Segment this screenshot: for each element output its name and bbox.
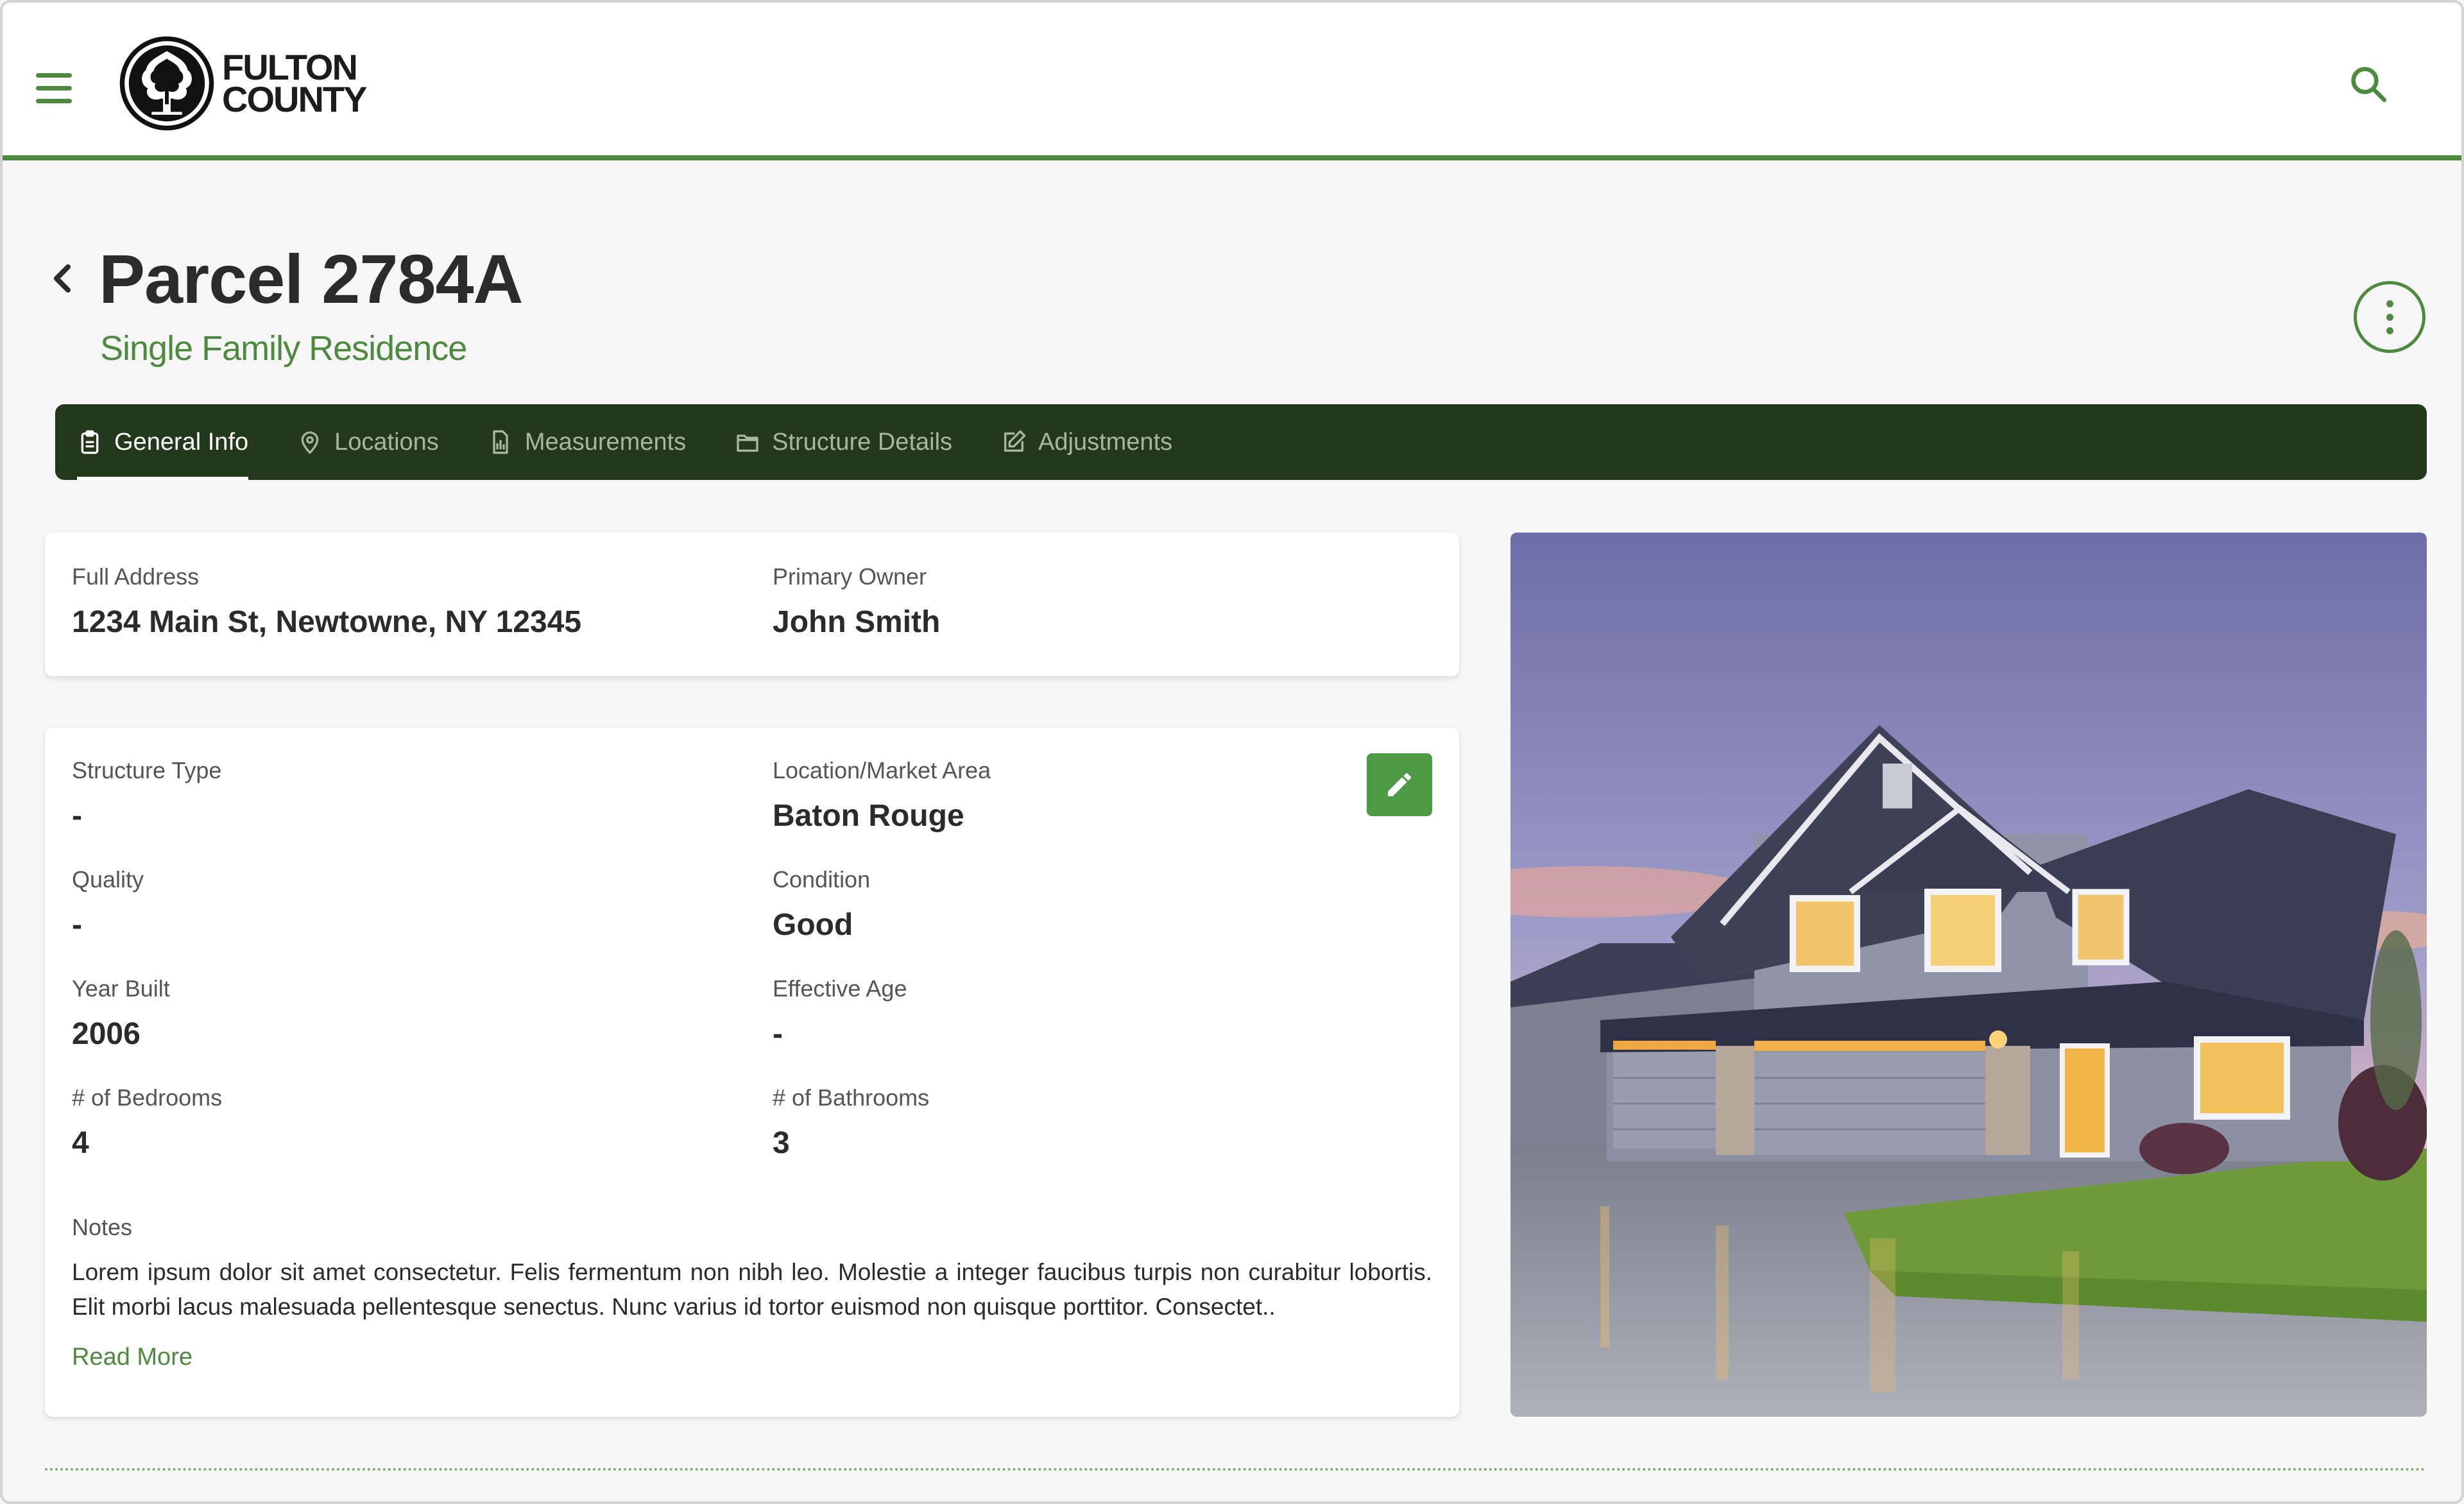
fulton-county-logo[interactable]: FULTON COUNTY [119, 36, 367, 131]
owner-field: Primary Owner John Smith [773, 563, 940, 640]
folder-icon [737, 434, 758, 452]
address-field: Full Address 1234 Main St, Newtowne, NY … [72, 563, 581, 640]
notes-label: Notes [72, 1214, 133, 1240]
kebab-dot [2386, 300, 2393, 307]
structure-type-label: Structure Type [72, 757, 222, 783]
year-built-value: 2006 [72, 1017, 141, 1051]
search-icon[interactable] [2347, 63, 2390, 105]
quality-value: - [72, 908, 82, 942]
structure-type-field: Structure Type - [72, 757, 221, 833]
bedrooms-value: 4 [72, 1126, 89, 1160]
house-photo-illustration [1510, 533, 2427, 1417]
address-value: 1234 Main St, Newtowne, NY 12345 [72, 605, 582, 639]
read-more-link[interactable]: Read More [72, 1344, 193, 1371]
location-field: Location/Market Area Baton Rouge [773, 757, 991, 833]
tab-locations[interactable]: Locations [297, 404, 439, 480]
summary-card: Full Address 1234 Main St, Newtowne, NY … [45, 533, 1459, 676]
effective-age-label: Effective Age [773, 975, 907, 1002]
more-options-button[interactable] [2354, 281, 2426, 353]
app-window: FULTON COUNTY Parcel 2784A Single Family… [0, 0, 2464, 1504]
page-subtitle: Single Family Residence [100, 329, 467, 368]
tab-structure-details[interactable]: Structure Details [735, 404, 952, 480]
clipboard-icon [81, 430, 99, 454]
location-value: Baton Rouge [773, 799, 964, 833]
bedrooms-label: # of Bedrooms [72, 1084, 223, 1111]
menu-icon[interactable] [36, 73, 72, 104]
tab-label: Locations [334, 428, 439, 456]
tab-label: Measurements [524, 428, 687, 456]
owner-label: Primary Owner [773, 563, 927, 590]
address-label: Full Address [72, 563, 200, 590]
map-pin-icon [301, 431, 319, 454]
tree-seal-icon [119, 36, 214, 131]
tab-adjustments[interactable]: Adjustments [1001, 404, 1172, 480]
chart-document-icon [493, 430, 508, 454]
tab-general-info[interactable]: General Info [77, 404, 249, 480]
edit-icon [1004, 430, 1026, 452]
edit-details-button[interactable] [1367, 753, 1432, 816]
property-photo [1510, 533, 2427, 1417]
page-title: Parcel 2784A [99, 240, 524, 318]
logo-text-line2: COUNTY [222, 79, 367, 119]
tab-label: Adjustments [1038, 428, 1173, 456]
quality-field: Quality - [72, 866, 144, 943]
tab-bar: General Info Locations Measurements Stru… [55, 404, 2427, 480]
condition-value: Good [773, 908, 853, 942]
chevron-left-icon[interactable] [50, 259, 76, 298]
tab-label: Structure Details [772, 428, 953, 456]
condition-label: Condition [773, 866, 871, 893]
details-card: Structure Type - Location/Market Area Ba… [45, 728, 1459, 1417]
year-built-label: Year Built [72, 975, 170, 1002]
bathrooms-value: 3 [773, 1126, 790, 1160]
effective-age-value: - [773, 1017, 783, 1051]
bedrooms-field: # of Bedrooms 4 [72, 1084, 222, 1161]
location-label: Location/Market Area [773, 757, 991, 783]
section-divider [45, 1468, 2427, 1471]
top-header: FULTON COUNTY [3, 3, 2461, 160]
structure-type-value: - [72, 799, 82, 833]
notes-text: Lorem ipsum dolor sit amet consectetur. … [72, 1259, 1432, 1320]
tab-measurements[interactable]: Measurements [488, 404, 686, 480]
condition-field: Condition Good [773, 866, 870, 943]
owner-value: John Smith [773, 605, 941, 639]
year-built-field: Year Built 2006 [72, 975, 170, 1052]
bathrooms-label: # of Bathrooms [773, 1084, 930, 1111]
quality-label: Quality [72, 866, 144, 893]
tab-label: General Info [114, 428, 249, 456]
pencil-icon [1388, 773, 1411, 796]
bathrooms-field: # of Bathrooms 3 [773, 1084, 929, 1161]
effective-age-field: Effective Age - [773, 975, 907, 1052]
